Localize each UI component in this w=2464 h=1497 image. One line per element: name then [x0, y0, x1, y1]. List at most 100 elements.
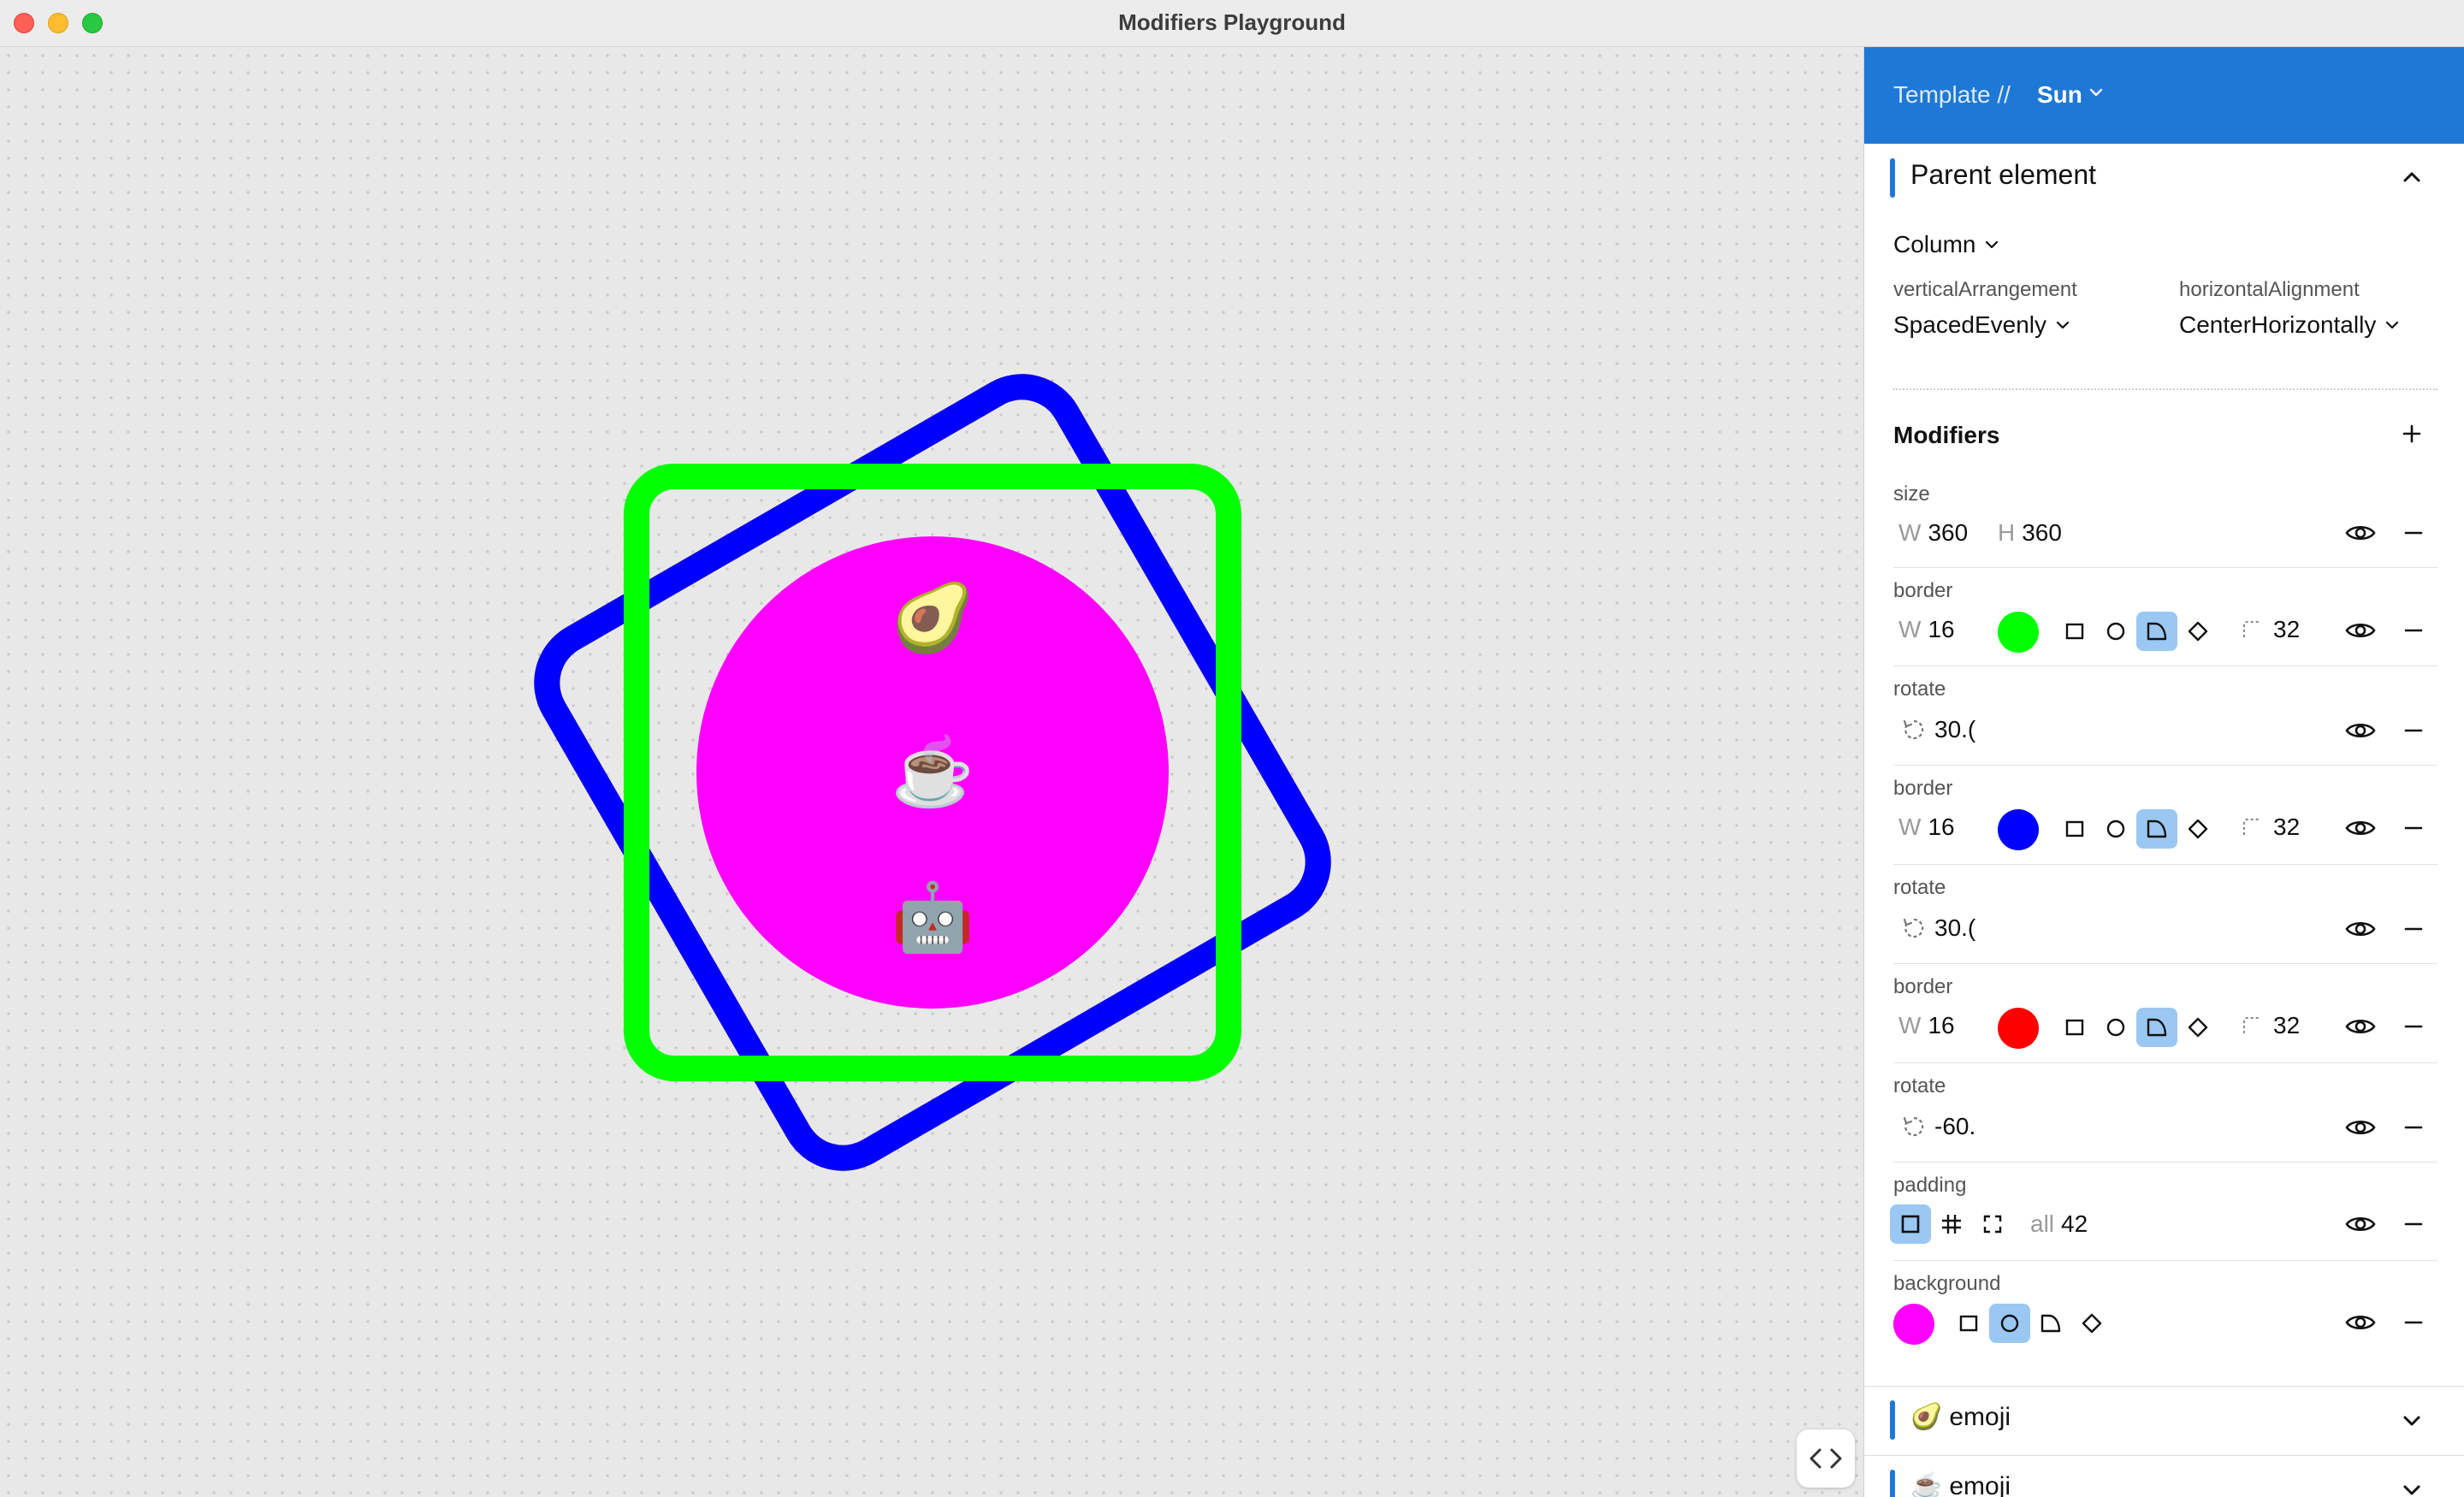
border-color-swatch[interactable] [1998, 612, 2039, 653]
padding-sides-button[interactable] [1972, 1204, 2013, 1244]
child-emoji-2-header[interactable]: ☕ emoji [1910, 1471, 2011, 1497]
rotate-label: rotate [1893, 1074, 1946, 1098]
remove-modifier-button[interactable] [2396, 811, 2431, 845]
padding-axis-icon [1942, 1215, 1961, 1234]
remove-modifier-button[interactable] [2396, 1009, 2431, 1044]
padding-axis-button[interactable] [1931, 1204, 1972, 1244]
corner-radius-field[interactable]: 32 [2241, 1012, 2300, 1039]
size-height-field[interactable]: H 360 [1998, 519, 2062, 547]
border-width-field[interactable]: W 16 [1898, 814, 1955, 841]
shape-diamond-button[interactable] [2177, 809, 2218, 849]
toggle-visibility-button[interactable] [2343, 613, 2378, 648]
horizontal-alignment-dropdown[interactable]: CenterHorizontally [2179, 311, 2400, 339]
rotate-field[interactable]: 30.( [1902, 716, 1975, 743]
diamond-icon [2082, 1313, 2102, 1334]
code-toggle-button[interactable] [1797, 1429, 1855, 1488]
emoji-coffee: ☕ [891, 734, 974, 809]
corner-radius-icon [2243, 621, 2260, 637]
shape-circle-button[interactable] [2095, 809, 2136, 849]
shape-rectangle-button[interactable] [1948, 1304, 1989, 1343]
circle-icon [2000, 1314, 2019, 1333]
corner-radius-field[interactable]: 32 [2241, 616, 2300, 643]
inspector-panel: Template // Sun Parent element Column ve… [1863, 47, 2464, 1497]
toggle-visibility-button[interactable] [2343, 713, 2378, 748]
add-modifier-button[interactable] [2396, 418, 2427, 449]
section-divider [1864, 1386, 2464, 1387]
expand-child-button[interactable] [2396, 1475, 2427, 1497]
shape-circle-button[interactable] [2095, 1008, 2136, 1047]
remove-modifier-button[interactable] [2396, 1110, 2431, 1145]
padding-value-field[interactable]: all 42 [2030, 1210, 2088, 1238]
vertical-arrangement-dropdown[interactable]: SpacedEvenly [1893, 311, 2070, 339]
shape-diamond-button[interactable] [2177, 612, 2218, 651]
remove-modifier-button[interactable] [2396, 516, 2431, 550]
shape-rounded-corner-button[interactable] [2030, 1304, 2071, 1343]
emoji-avocado: 🥑 [891, 580, 974, 655]
background-color-swatch[interactable] [1893, 1304, 1934, 1345]
expand-child-button[interactable] [2396, 1405, 2427, 1436]
toggle-visibility-button[interactable] [2343, 1207, 2378, 1241]
remove-modifier-button[interactable] [2396, 912, 2431, 946]
eye-icon [2345, 820, 2376, 836]
rotate-field[interactable]: -60. [1902, 1113, 1975, 1140]
toggle-visibility-button[interactable] [2343, 1305, 2378, 1340]
remove-modifier-button[interactable] [2396, 613, 2431, 648]
remove-modifier-button[interactable] [2396, 713, 2431, 748]
shape-rectangle-button[interactable] [2054, 612, 2095, 651]
window-title: Modifiers Playground [1118, 9, 1346, 35]
shape-rounded-corner-button[interactable] [2136, 1008, 2177, 1047]
rotate-field[interactable]: 30.( [1902, 914, 1975, 942]
corner-radius-value: 32 [2273, 616, 2301, 642]
preview-canvas: 🥑 ☕ 🤖 [0, 47, 1863, 1497]
horizontal-alignment-value: CenterHorizontally [2179, 311, 2377, 338]
chevron-down-icon [2403, 1416, 2420, 1426]
remove-modifier-button[interactable] [2396, 1207, 2431, 1241]
toggle-visibility-button[interactable] [2343, 1110, 2378, 1145]
layout-value: Column [1893, 231, 1976, 257]
shape-rectangle-button[interactable] [2054, 1008, 2095, 1047]
section-indicator [1890, 158, 1895, 198]
remove-modifier-button[interactable] [2396, 1305, 2431, 1340]
width-value: 360 [1928, 519, 1969, 546]
width-value: 16 [1928, 1012, 1955, 1038]
corner-radius-field[interactable]: 32 [2241, 814, 2300, 841]
parent-element-title: Parent element [1910, 159, 2097, 190]
toggle-visibility-button[interactable] [2343, 811, 2378, 845]
diamond-icon [2188, 621, 2208, 642]
border-color-swatch[interactable] [1998, 809, 2039, 850]
background-label: background [1893, 1272, 2001, 1295]
border-color-swatch[interactable] [1998, 1008, 2039, 1049]
shape-circle-button[interactable] [2095, 612, 2136, 651]
padding-all-button[interactable] [1890, 1204, 1931, 1244]
template-prefix: Template // [1893, 81, 2011, 108]
child-emoji-1-header[interactable]: 🥑 emoji [1910, 1402, 2011, 1432]
chevron-down-icon [2089, 88, 2103, 97]
avocado-icon: 🥑 [1910, 1403, 1943, 1431]
border-width-field[interactable]: W 16 [1898, 1012, 1955, 1039]
corner-radius-icon [2243, 1017, 2260, 1033]
rotate-value: -60. [1934, 1113, 1976, 1139]
shape-rounded-corner-button[interactable] [2136, 612, 2177, 651]
border-width-field[interactable]: W 16 [1898, 616, 1955, 643]
shape-circle-button[interactable] [1989, 1304, 2030, 1343]
circle-icon [2106, 622, 2125, 641]
eye-icon [2345, 623, 2376, 638]
shape-rectangle-button[interactable] [2054, 809, 2095, 849]
code-icon [1810, 1448, 1842, 1469]
eye-icon [2345, 1315, 2376, 1330]
template-dropdown[interactable]: Sun [2037, 81, 2082, 109]
width-prefix: W [1898, 814, 1922, 840]
shape-diamond-button[interactable] [2177, 1008, 2218, 1047]
layout-dropdown[interactable]: Column [1893, 231, 1999, 258]
rounded-corner-icon [2040, 1314, 2061, 1333]
toggle-visibility-button[interactable] [2343, 1009, 2378, 1044]
rounded-corner-icon [2147, 820, 2167, 838]
width-prefix: W [1898, 519, 1922, 546]
collapse-parent-button[interactable] [2396, 162, 2427, 192]
toggle-visibility-button[interactable] [2343, 516, 2378, 550]
shape-rounded-corner-button[interactable] [2136, 809, 2177, 849]
size-width-field[interactable]: W 360 [1898, 519, 1968, 547]
toggle-visibility-button[interactable] [2343, 912, 2378, 946]
eye-icon [2345, 921, 2376, 937]
shape-diamond-button[interactable] [2071, 1304, 2112, 1343]
